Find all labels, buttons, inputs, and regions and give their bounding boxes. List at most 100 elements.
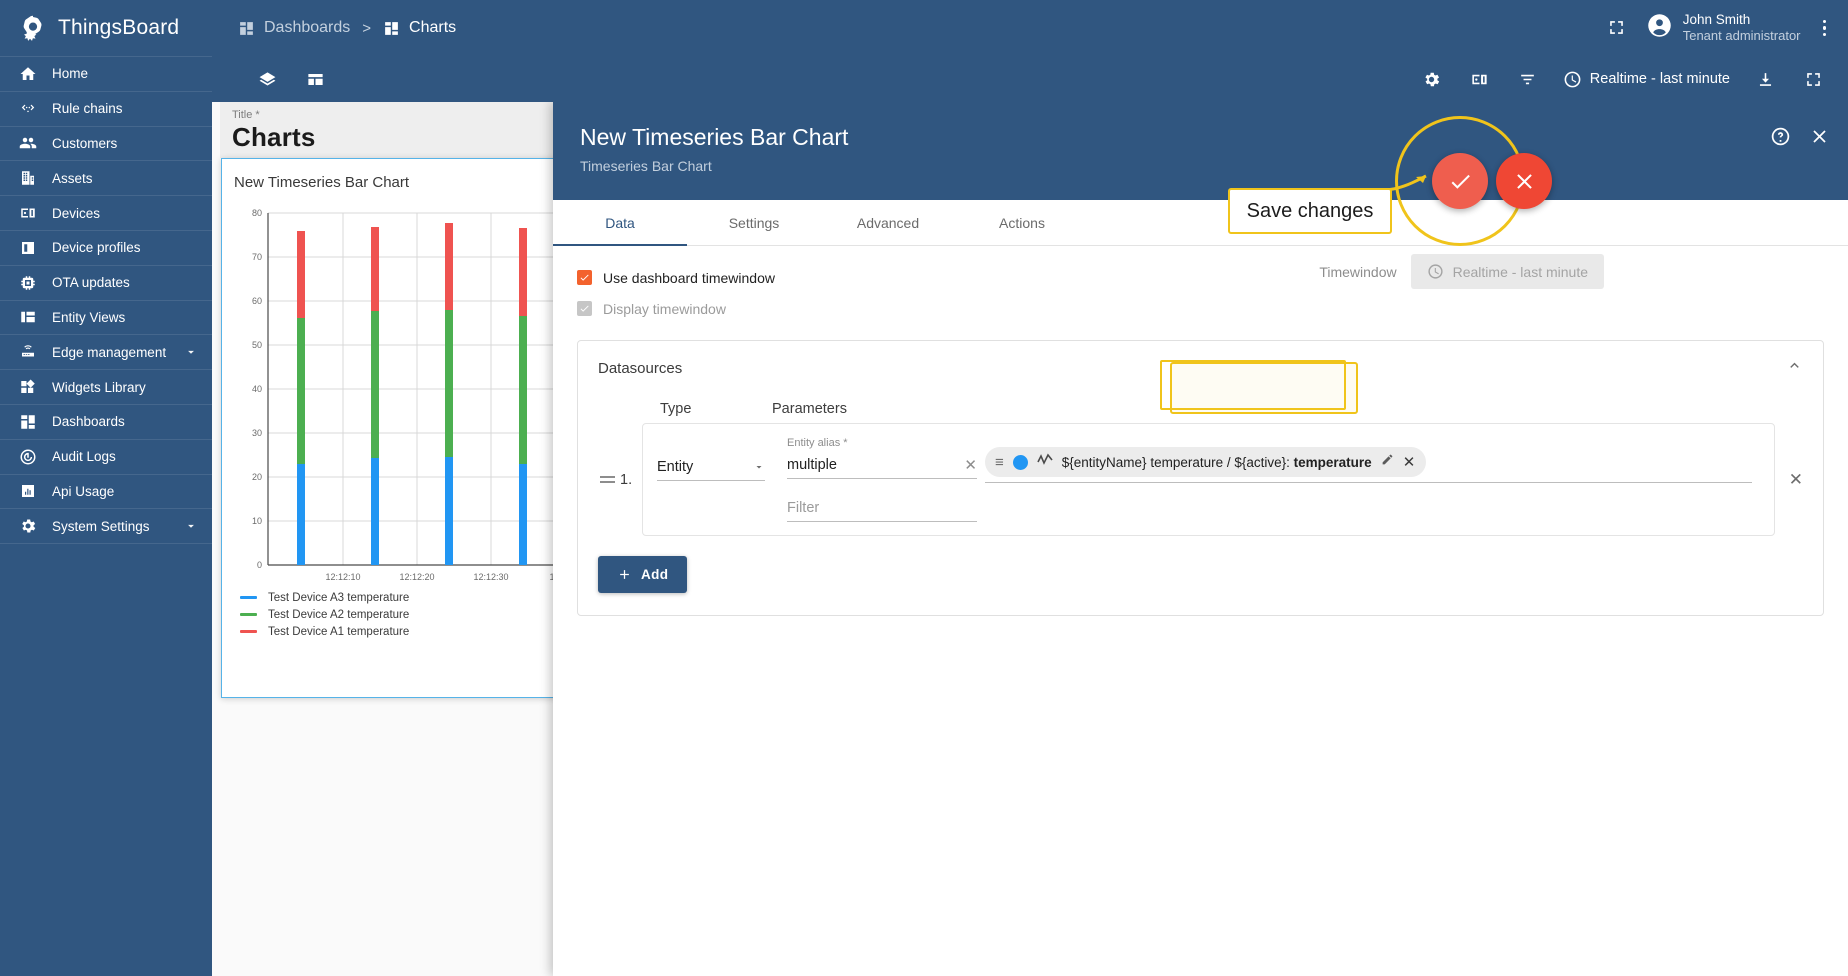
legend-item[interactable]: Test Device A1 temperature bbox=[240, 623, 409, 640]
widget-card[interactable]: New Timeseries Bar Chart 80 70 60 50 40 … bbox=[221, 158, 559, 698]
remove-datasource-icon[interactable]: ✕ bbox=[1789, 470, 1803, 490]
remove-data-key-icon[interactable]: ✕ bbox=[1403, 455, 1416, 470]
timewindow-button[interactable]: Realtime - last minute bbox=[1563, 70, 1730, 89]
sidebar: ThingsBoard Home Rule chains Customers A… bbox=[0, 0, 212, 976]
layout-icon[interactable] bbox=[302, 66, 328, 92]
user-name: John Smith bbox=[1682, 12, 1751, 28]
legend-item[interactable]: Test Device A3 temperature bbox=[240, 589, 409, 606]
sidebar-item-label: Edge management bbox=[52, 344, 167, 360]
legend-swatch bbox=[240, 629, 257, 634]
sidebar-item-home[interactable]: Home bbox=[0, 57, 212, 92]
brand[interactable]: ThingsBoard bbox=[0, 0, 212, 56]
more-options-icon[interactable] bbox=[1817, 16, 1833, 41]
sidebar-item-system-settings[interactable]: System Settings bbox=[0, 509, 212, 545]
svg-text:70: 70 bbox=[252, 252, 262, 262]
dashboards-icon bbox=[18, 412, 38, 432]
plus-icon bbox=[620, 570, 629, 579]
sidebar-item-ota-updates[interactable]: OTA updates bbox=[0, 266, 212, 301]
breadcrumb-current-label: Charts bbox=[409, 19, 457, 36]
data-key-bold: temperature bbox=[1293, 454, 1372, 470]
sidebar-item-entity-views[interactable]: Entity Views bbox=[0, 301, 212, 336]
filter-field[interactable]: Filter bbox=[787, 496, 977, 522]
edit-icon[interactable] bbox=[1381, 453, 1394, 471]
timeseries-bar-chart: 80 70 60 50 40 30 20 10 0 12:12:10 12:12… bbox=[252, 208, 558, 582]
gear-icon[interactable] bbox=[1419, 66, 1445, 92]
user-info: John Smith Tenant administrator bbox=[1683, 11, 1801, 45]
chevron-down-icon[interactable] bbox=[184, 345, 198, 359]
dashboard-title-field[interactable]: Title * Charts bbox=[220, 102, 560, 158]
breadcrumb: Dashboards > Charts bbox=[212, 19, 456, 37]
column-header-type: Type bbox=[660, 401, 692, 417]
sidebar-item-label: OTA updates bbox=[52, 275, 130, 291]
svg-text:30: 30 bbox=[252, 428, 262, 438]
drag-handle-icon[interactable] bbox=[598, 476, 620, 483]
datasource-index: 1. bbox=[620, 471, 633, 488]
legend-item[interactable]: Test Device A2 temperature bbox=[240, 606, 409, 623]
sidebar-item-device-profiles[interactable]: Device profiles bbox=[0, 231, 212, 266]
display-timewindow-checkbox[interactable] bbox=[577, 301, 592, 316]
user-role: Tenant administrator bbox=[1682, 28, 1801, 44]
breadcrumb-dashboards[interactable]: Dashboards bbox=[238, 19, 350, 37]
legend-label: Test Device A3 temperature bbox=[268, 591, 410, 604]
download-icon[interactable] bbox=[1752, 66, 1778, 92]
sidebar-item-audit-logs[interactable]: Audit Logs bbox=[0, 440, 212, 475]
filter-icon[interactable] bbox=[1515, 66, 1541, 92]
add-button-label: Add bbox=[641, 567, 669, 582]
thingsboard-logo-icon bbox=[18, 13, 48, 43]
tab-settings[interactable]: Settings bbox=[687, 200, 821, 246]
svg-text:12:12:10: 12:12:10 bbox=[325, 572, 360, 582]
svg-text:0: 0 bbox=[257, 560, 262, 570]
dashboard-title-value: Charts bbox=[232, 122, 316, 152]
entity-alias-field[interactable]: Entity alias * multiple ✕ bbox=[787, 437, 977, 479]
audit-logs-icon bbox=[18, 447, 38, 467]
datasource-type-select[interactable]: Entity bbox=[657, 459, 765, 481]
close-icon[interactable] bbox=[1809, 126, 1830, 152]
datasource-type-wrap: Entity bbox=[657, 437, 765, 481]
widget-timewindow-button[interactable]: Realtime - last minute bbox=[1410, 254, 1604, 289]
display-timewindow-row[interactable]: Display timewindow bbox=[577, 295, 1824, 322]
fullscreen-icon[interactable] bbox=[1800, 66, 1826, 92]
sidebar-item-label: Entity Views bbox=[52, 309, 126, 325]
chevron-up-icon[interactable] bbox=[1786, 357, 1803, 379]
devices-icon[interactable] bbox=[1467, 66, 1493, 92]
breadcrumb-parent-label: Dashboards bbox=[264, 19, 351, 36]
sidebar-item-widgets-library[interactable]: Widgets Library bbox=[0, 370, 212, 405]
color-swatch[interactable] bbox=[1012, 454, 1028, 470]
api-usage-icon bbox=[18, 481, 38, 501]
sidebar-item-dashboards[interactable]: Dashboards bbox=[0, 405, 212, 440]
dashboard-toolbar-right: Realtime - last minute bbox=[1419, 66, 1848, 92]
dashboards-icon bbox=[240, 21, 253, 35]
tab-data[interactable]: Data bbox=[553, 200, 687, 246]
svg-text:80: 80 bbox=[252, 208, 262, 218]
sidebar-item-edge-management[interactable]: Edge management bbox=[0, 335, 212, 371]
panel-header-buttons bbox=[1770, 126, 1830, 152]
sidebar-item-rule-chains[interactable]: Rule chains bbox=[0, 92, 212, 127]
use-dashboard-timewindow-checkbox[interactable] bbox=[577, 270, 592, 285]
svg-text:10: 10 bbox=[252, 516, 262, 526]
timewindow-field-label: Timewindow bbox=[1319, 263, 1397, 280]
tab-actions[interactable]: Actions bbox=[955, 200, 1089, 246]
sidebar-item-label: Device profiles bbox=[52, 240, 141, 256]
sidebar-item-devices[interactable]: Devices bbox=[0, 196, 212, 231]
datasource-column-headers: Type Parameters bbox=[598, 401, 1803, 417]
widget-timewindow-control: Timewindow Realtime - last minute bbox=[1319, 254, 1604, 289]
fullscreen-icon[interactable] bbox=[1604, 15, 1630, 41]
timewindow-label: Realtime - last minute bbox=[1589, 71, 1730, 87]
sidebar-item-customers[interactable]: Customers bbox=[0, 127, 212, 162]
legend-swatch bbox=[240, 612, 257, 617]
dashboard-toolbar: Realtime - last minute bbox=[212, 56, 1848, 102]
add-datasource-button[interactable]: Add bbox=[598, 556, 688, 593]
tab-advanced[interactable]: Advanced bbox=[821, 200, 955, 246]
sidebar-item-assets[interactable]: Assets bbox=[0, 161, 212, 197]
user-menu[interactable]: John Smith Tenant administrator bbox=[1646, 11, 1801, 45]
use-dashboard-timewindow-row[interactable]: Use dashboard timewindow bbox=[577, 264, 1824, 291]
layers-icon[interactable] bbox=[254, 66, 280, 92]
dashboard-toolbar-left bbox=[212, 66, 328, 92]
entity-views-icon bbox=[18, 307, 38, 327]
breadcrumb-charts[interactable]: Charts bbox=[383, 19, 456, 37]
data-key-chip[interactable]: ≡ ${entityName} temperature / ${active}:… bbox=[985, 447, 1427, 477]
chevron-down-icon[interactable] bbox=[184, 519, 198, 533]
sidebar-item-api-usage[interactable]: Api Usage bbox=[0, 475, 212, 510]
clear-entity-alias-icon[interactable]: ✕ bbox=[964, 458, 977, 473]
help-icon[interactable] bbox=[1770, 126, 1791, 152]
